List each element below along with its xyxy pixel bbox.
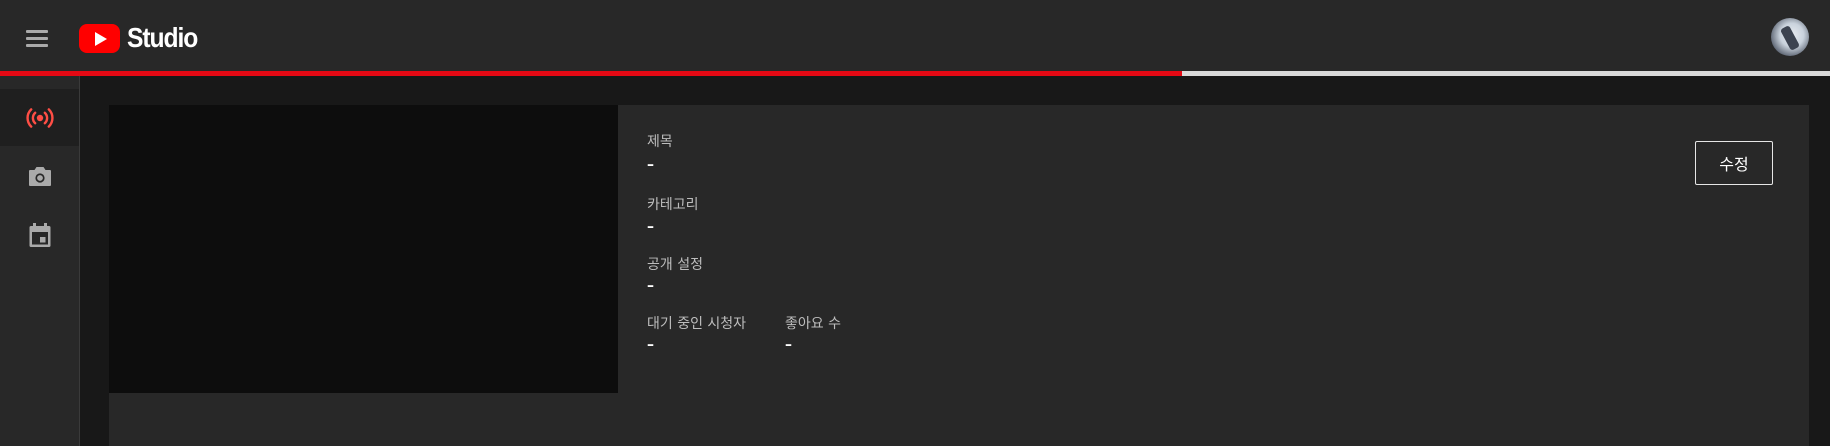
sidebar [0, 76, 80, 446]
live-broadcast-icon [25, 107, 54, 128]
likes-value: – [785, 337, 792, 353]
avatar[interactable] [1771, 18, 1809, 56]
youtube-logo-icon [79, 23, 120, 53]
category-value: – [647, 219, 654, 235]
visibility-label: 공개 설정 [647, 257, 703, 273]
title-value: – [647, 157, 654, 173]
visibility-value: – [647, 278, 654, 294]
edit-button[interactable]: 수정 [1695, 141, 1773, 185]
stream-details-card: 제목 – 카테고리 – 공개 설정 – 대기 중인 시청자 – 좋아요 수 – … [109, 105, 1809, 446]
studio-logo[interactable]: Studio [79, 21, 207, 55]
top-bar: Studio [0, 0, 1830, 71]
category-label: 카테고리 [647, 197, 699, 213]
upload-progress-fill [0, 71, 1183, 76]
waiting-viewers-value: – [647, 337, 654, 353]
title-label: 제목 [647, 134, 673, 150]
logo-text: Studio [127, 22, 198, 53]
calendar-event-icon [29, 222, 50, 247]
camera-icon [28, 166, 51, 186]
sidebar-item-stream[interactable] [0, 89, 79, 146]
waiting-viewers-label: 대기 중인 시청자 [647, 316, 747, 332]
likes-label: 좋아요 수 [785, 316, 841, 332]
sidebar-item-webcam[interactable] [0, 147, 79, 204]
upload-progress-bar [0, 71, 1830, 76]
sidebar-item-schedule[interactable] [0, 206, 79, 263]
hamburger-menu-icon[interactable] [21, 26, 53, 50]
stream-preview [109, 105, 618, 393]
